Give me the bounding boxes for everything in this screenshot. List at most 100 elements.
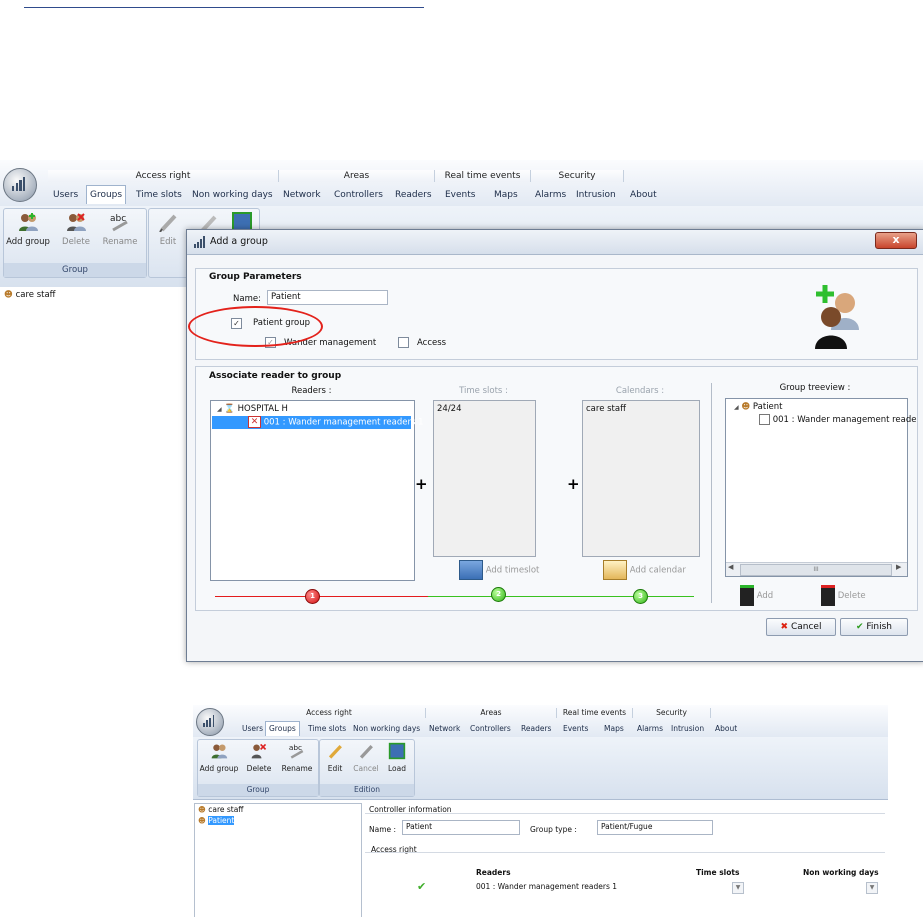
tab-about[interactable]: About <box>630 186 657 204</box>
plus-sign-2: + <box>567 475 580 493</box>
name-field[interactable]: Patient <box>402 820 520 835</box>
close-button[interactable]: x <box>875 232 917 249</box>
pencil-icon <box>159 214 177 233</box>
group-treeview[interactable]: ◢ ☻ Patient 001 : Wander management read… <box>725 398 917 577</box>
reader-error-icon: ✕ <box>248 416 261 428</box>
delete-button[interactable]: Delete <box>54 212 98 247</box>
tab-non-working-days[interactable]: Non working days <box>353 722 420 736</box>
list-item[interactable]: 24/24 <box>437 404 462 414</box>
rename-label: Rename <box>102 237 138 247</box>
tree-node-reader-selected[interactable]: ✕ 001 : Wander management readers 1 <box>212 416 424 429</box>
tab-alarms[interactable]: Alarms <box>637 722 663 736</box>
tab-alarms[interactable]: Alarms <box>535 186 566 204</box>
tab-intrusion[interactable]: Intrusion <box>576 186 616 204</box>
readers-tree[interactable]: ◢ ⌛ HOSPITAL H ✕ 001 : Wander management… <box>210 400 424 581</box>
tab-readers[interactable]: Readers <box>395 186 432 204</box>
treeview-add-button[interactable]: Add <box>740 585 773 606</box>
non-working-days-dropdown[interactable]: ▼ <box>866 882 878 894</box>
tree-item-patient[interactable]: ☻ Patient <box>198 816 235 825</box>
tab-maps[interactable]: Maps <box>604 722 624 736</box>
edit-button[interactable]: Edit <box>151 212 185 247</box>
step-2-indicator: 2 <box>491 587 506 602</box>
tab-readers[interactable]: Readers <box>521 722 551 736</box>
app-logo-icon[interactable] <box>3 168 37 202</box>
reader-checkbox[interactable] <box>759 414 770 425</box>
add-user-group-icon <box>815 285 859 349</box>
time-slots-list[interactable]: 24/24 <box>433 400 536 557</box>
horizontal-scrollbar[interactable]: ◀ III ▶ <box>726 562 907 576</box>
toolbar-group-edition: Edition Edit Cancel Load <box>319 739 415 797</box>
tab-time-slots[interactable]: Time slots <box>308 722 346 736</box>
tree-node-patient[interactable]: ◢ ☻ Patient <box>734 402 783 412</box>
tab-maps[interactable]: Maps <box>494 186 518 204</box>
scrollbar-thumb[interactable]: III <box>740 564 892 576</box>
treeview-delete-button[interactable]: Delete <box>821 585 866 606</box>
document-link-underline <box>24 7 424 8</box>
tree-item-care-staff[interactable]: ☻ care staff <box>4 290 56 300</box>
tab-about[interactable]: About <box>715 722 737 736</box>
col-non-working-days: Non working days <box>803 868 879 877</box>
scroll-left-icon[interactable]: ◀ <box>728 563 733 571</box>
tab-network[interactable]: Network <box>429 722 460 736</box>
tree-node-label: 001 : Wander management readers 1 <box>263 417 424 428</box>
access-checkbox[interactable] <box>398 337 409 348</box>
tab-non-working-days[interactable]: Non working days <box>192 186 273 204</box>
load-button[interactable]: Load <box>383 742 411 773</box>
add-group-button[interactable]: Add group <box>6 212 50 247</box>
tab-time-slots[interactable]: Time slots <box>136 186 182 204</box>
add-group-label: Add group <box>6 237 50 247</box>
delete-label: Delete <box>62 237 90 247</box>
name-input[interactable]: Patient <box>267 290 388 305</box>
toolbar-group-group: Group Add group Delete abc Rename <box>3 208 147 278</box>
load-label: Load <box>388 764 406 773</box>
time-slots-dropdown[interactable]: ▼ <box>732 882 744 894</box>
group-type-field[interactable]: Patient/Fugue <box>597 820 713 835</box>
checkmark-icon: ✔ <box>417 880 427 893</box>
calendars-list[interactable]: care staff <box>582 400 700 557</box>
tab-groups[interactable]: Groups <box>265 721 300 736</box>
rename-button[interactable]: abc Rename <box>98 212 142 247</box>
tree-node-label: 001 : Wander management reade <box>772 415 917 425</box>
step-line-red <box>215 596 428 597</box>
tab-users[interactable]: Users <box>53 186 78 204</box>
app-logo-icon[interactable] <box>196 708 224 736</box>
add-calendar-label: Add calendar <box>629 565 686 576</box>
toolbar-group-label: Edition <box>320 784 414 796</box>
scroll-right-icon[interactable]: ▶ <box>896 563 901 571</box>
add-group-button[interactable]: Add group <box>199 742 239 773</box>
rename-icon: abc <box>289 743 304 759</box>
ribbon-group-security: Security <box>531 170 624 182</box>
list-item[interactable]: care staff <box>586 404 626 414</box>
divider <box>365 852 885 853</box>
tree-node-reader[interactable]: 001 : Wander management reade <box>759 414 917 425</box>
access-label: Access <box>417 338 447 348</box>
tab-groups[interactable]: Groups <box>86 185 127 204</box>
ribbon-group-access-right: Access right <box>48 170 279 182</box>
finish-button[interactable]: ✔ Finish <box>840 618 908 636</box>
tab-events[interactable]: Events <box>445 186 475 204</box>
tab-intrusion[interactable]: Intrusion <box>671 722 704 736</box>
edit-button[interactable]: Edit <box>321 742 349 773</box>
tab-controllers[interactable]: Controllers <box>470 722 511 736</box>
tab-network[interactable]: Network <box>283 186 321 204</box>
tree-node-hospital[interactable]: ◢ ⌛ HOSPITAL H <box>217 404 288 414</box>
tab-controllers[interactable]: Controllers <box>334 186 383 204</box>
add-timeslot-button[interactable]: Add timeslot <box>459 560 539 580</box>
edit-label: Edit <box>159 237 177 247</box>
tree-item-label: care staff <box>15 290 56 300</box>
delete-button[interactable]: Delete <box>242 742 276 773</box>
cancel-button[interactable]: ✖ Cancel <box>766 618 836 636</box>
tab-users[interactable]: Users <box>242 722 263 736</box>
tree-item-care-staff[interactable]: ☻ care staff <box>198 805 243 814</box>
pencil-icon <box>328 744 342 759</box>
col-readers: Readers <box>476 868 511 877</box>
readers-column-label: Readers : <box>291 386 332 396</box>
rename-button[interactable]: abc Rename <box>278 742 316 773</box>
tree-item-label: care staff <box>208 805 244 814</box>
tab-events[interactable]: Events <box>563 722 588 736</box>
treeview-add-label: Add <box>756 591 774 601</box>
add-calendar-button[interactable]: Add calendar <box>603 560 686 580</box>
add-group-label: Add group <box>199 764 239 773</box>
cancel-button[interactable]: Cancel <box>351 742 381 773</box>
load-icon <box>388 742 406 760</box>
